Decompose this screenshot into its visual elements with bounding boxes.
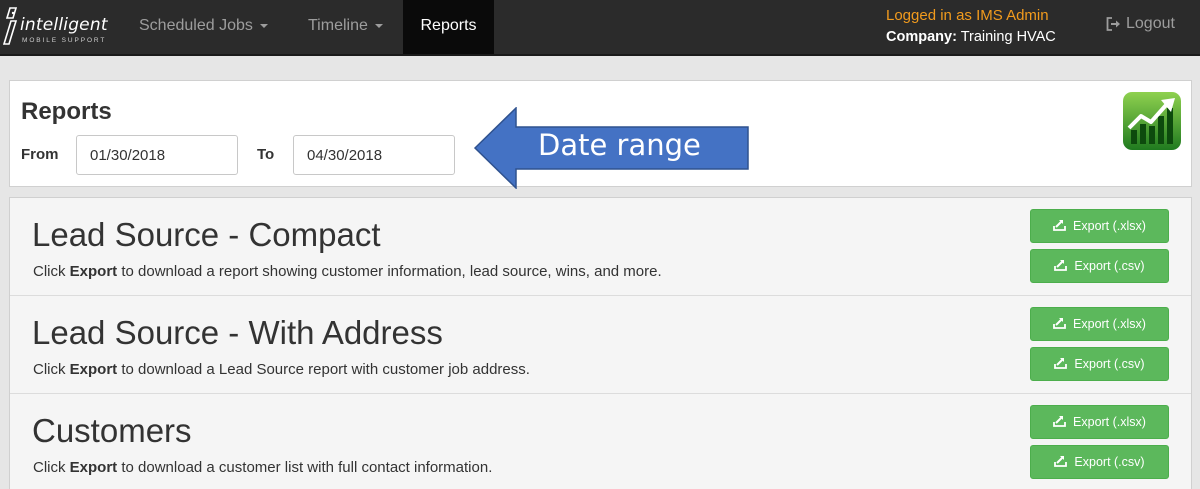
nav-timeline[interactable]: Timeline (308, 0, 383, 54)
desc-prefix: Click (33, 263, 70, 280)
export-icon (1053, 318, 1066, 330)
report-description: Click Export to download a report showin… (33, 263, 662, 280)
export-csv-button[interactable]: Export (.csv) (1030, 347, 1169, 381)
report-item-customers: Customers Click Export to download a cus… (10, 394, 1191, 489)
logout-button[interactable]: Logout (1106, 15, 1175, 33)
export-xlsx-label: Export (.xlsx) (1073, 317, 1146, 331)
nav-scheduled-jobs[interactable]: Scheduled Jobs (139, 0, 268, 54)
export-icon (1054, 358, 1068, 370)
top-navbar: intelligent MOBILE SUPPORT Scheduled Job… (0, 0, 1200, 56)
nav-scheduled-jobs-label: Scheduled Jobs (139, 17, 253, 34)
date-range-annotation: Date range (538, 128, 701, 162)
export-icon (1054, 456, 1068, 468)
export-xlsx-label: Export (.xlsx) (1073, 415, 1146, 429)
company-name: Training HVAC (960, 29, 1056, 45)
logout-icon (1106, 16, 1120, 31)
company-info: Company: Training HVAC (886, 29, 1056, 45)
chevron-down-icon (374, 23, 383, 28)
desc-suffix: to download a report showing customer in… (117, 263, 662, 280)
logged-in-user: Logged in as IMS Admin (886, 7, 1049, 24)
export-icon (1054, 260, 1068, 272)
report-title: Customers (32, 412, 192, 449)
export-xlsx-button[interactable]: Export (.xlsx) (1030, 307, 1169, 341)
report-list: Lead Source - Compact Click Export to do… (9, 197, 1192, 489)
report-title: Lead Source - Compact (32, 216, 381, 253)
export-csv-label: Export (.csv) (1074, 259, 1145, 273)
report-description: Click Export to download a Lead Source r… (33, 361, 530, 378)
reports-header-panel: Reports From To Date range (9, 80, 1192, 189)
export-csv-label: Export (.csv) (1074, 357, 1145, 371)
intelligent-i-logo-icon (3, 7, 18, 45)
brand-name: intelligent (20, 15, 108, 35)
desc-suffix: to download a customer list with full co… (117, 459, 493, 476)
report-item-lead-source-compact: Lead Source - Compact Click Export to do… (10, 198, 1191, 296)
export-csv-button[interactable]: Export (.csv) (1030, 445, 1169, 479)
export-csv-label: Export (.csv) (1074, 455, 1145, 469)
export-icon (1053, 416, 1066, 428)
from-date-input[interactable] (76, 135, 238, 175)
desc-prefix: Click (33, 361, 70, 378)
to-label: To (257, 146, 275, 163)
company-label: Company: (886, 29, 957, 45)
logout-label: Logout (1126, 15, 1175, 32)
export-xlsx-button[interactable]: Export (.xlsx) (1030, 405, 1169, 439)
export-csv-button[interactable]: Export (.csv) (1030, 249, 1169, 283)
desc-prefix: Click (33, 459, 70, 476)
export-xlsx-label: Export (.xlsx) (1073, 219, 1146, 233)
nav-reports-label: Reports (420, 17, 477, 34)
from-label: From (21, 146, 59, 163)
to-date-input[interactable] (293, 135, 455, 175)
export-icon (1053, 220, 1066, 232)
report-item-lead-source-address: Lead Source - With Address Click Export … (10, 296, 1191, 394)
brand-logo[interactable]: intelligent MOBILE SUPPORT (0, 0, 122, 54)
nav-reports[interactable]: Reports (403, 0, 494, 54)
report-title: Lead Source - With Address (32, 314, 443, 351)
desc-bold: Export (69, 263, 118, 280)
report-description: Click Export to download a customer list… (33, 459, 492, 476)
chart-trend-icon (1123, 92, 1181, 150)
desc-suffix: to download a Lead Source report with cu… (117, 361, 530, 378)
chevron-down-icon (259, 23, 268, 28)
export-xlsx-button[interactable]: Export (.xlsx) (1030, 209, 1169, 243)
desc-bold: Export (69, 361, 118, 378)
nav-timeline-label: Timeline (308, 17, 368, 34)
brand-tagline: MOBILE SUPPORT (22, 37, 107, 44)
page-title: Reports (21, 98, 112, 125)
desc-bold: Export (69, 459, 118, 476)
